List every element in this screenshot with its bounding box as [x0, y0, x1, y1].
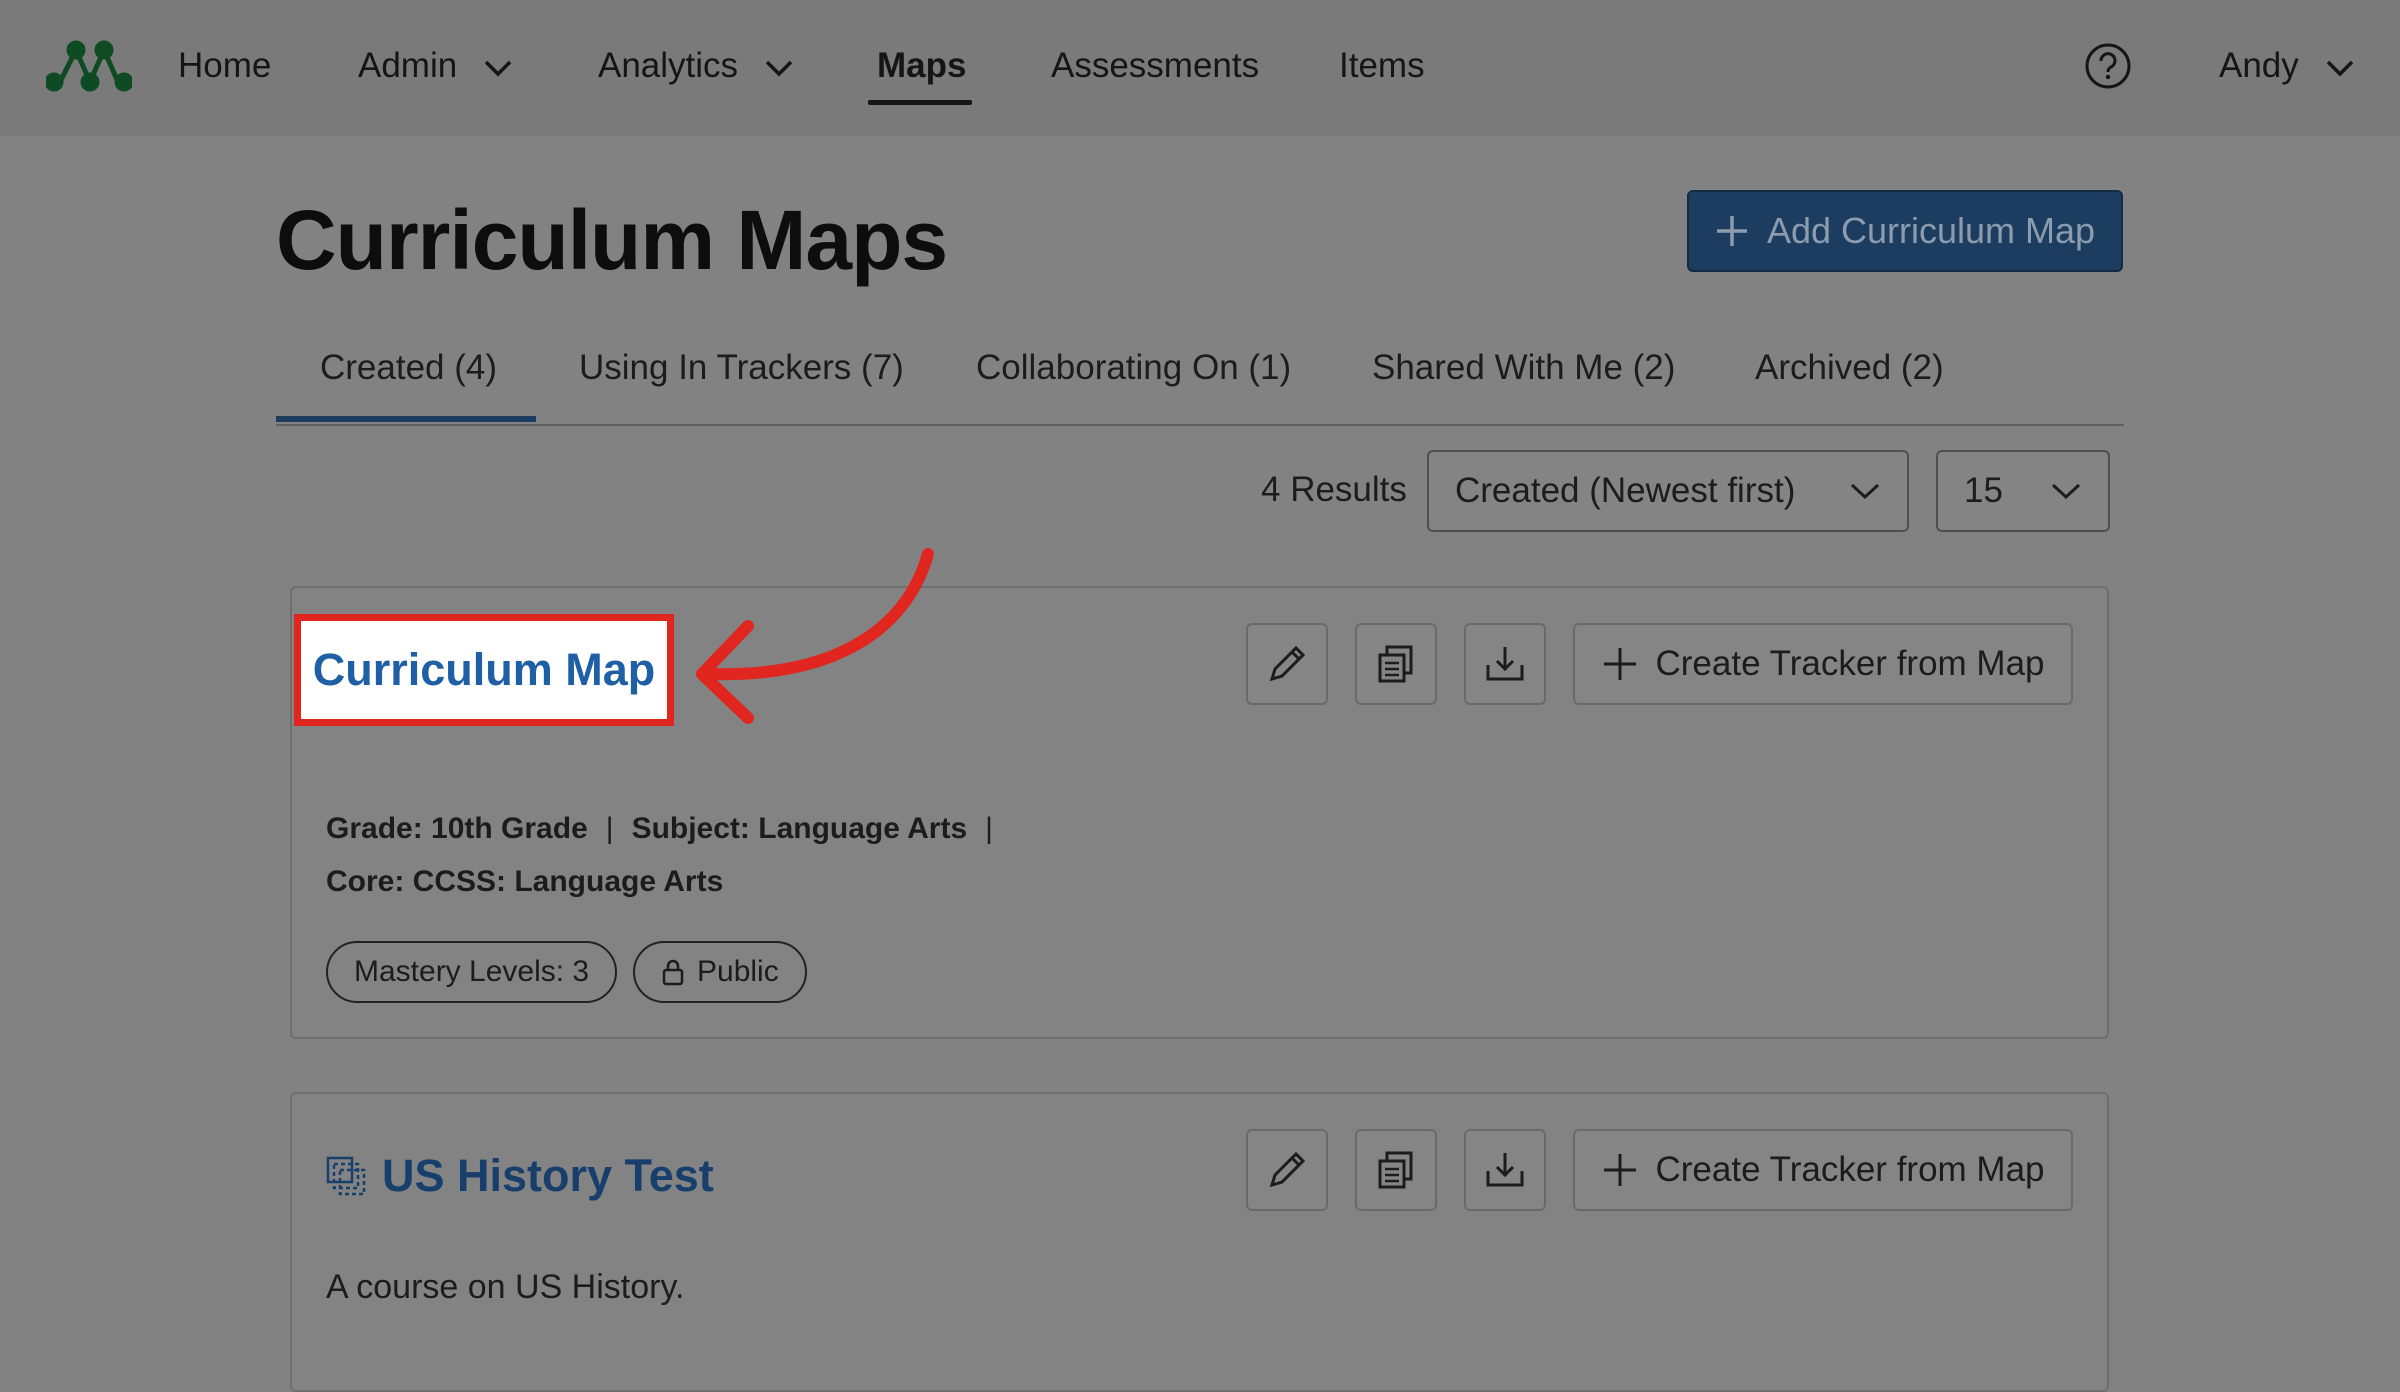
visibility-label: Public — [697, 955, 779, 988]
top-navigation: Home Admin Analytics Maps Assessments It… — [0, 0, 2400, 136]
map-meta-line: Grade: 10th Grade | Subject: Language Arts… — [326, 812, 1011, 846]
nav-analytics[interactable]: Analytics — [598, 38, 794, 94]
tab-collaborating-on[interactable]: Collaborating On (1) — [976, 348, 1291, 388]
download-map-button[interactable] — [1464, 623, 1546, 705]
copy-map-button[interactable] — [1355, 1129, 1437, 1211]
chevron-down-icon — [2051, 483, 2081, 500]
create-tracker-button[interactable]: Create Tracker from Map — [1573, 1129, 2073, 1211]
add-curriculum-map-label: Add Curriculum Map — [1766, 210, 2096, 251]
pencil-icon — [1269, 1151, 1306, 1188]
user-menu[interactable]: Andy — [2219, 38, 2355, 94]
copy-icon — [1378, 1151, 1413, 1189]
create-tracker-button[interactable]: Create Tracker from Map — [1573, 623, 2073, 705]
create-tracker-label: Create Tracker from Map — [1655, 644, 2045, 683]
map-title-label: Curriculum Map — [312, 644, 656, 695]
user-name: Andy — [2219, 46, 2299, 85]
nav-items[interactable]: Items — [1339, 38, 1425, 94]
download-icon — [1486, 1153, 1524, 1187]
chevron-down-icon — [484, 60, 512, 77]
plus-icon — [1603, 648, 1636, 680]
nav-admin-label: Admin — [358, 46, 458, 85]
page-title: Curriculum Maps — [276, 193, 948, 287]
plus-icon — [1716, 216, 1747, 246]
meta-separator: | — [985, 812, 993, 845]
tab-created[interactable]: Created (4) — [320, 348, 497, 388]
map-grade: Grade: 10th Grade — [326, 812, 588, 845]
help-icon[interactable] — [2084, 42, 2132, 90]
per-page-value: 15 — [1964, 471, 2003, 510]
visibility-badge: Public — [633, 941, 807, 1003]
tab-archived[interactable]: Archived (2) — [1755, 348, 1944, 388]
edit-map-button[interactable] — [1246, 623, 1328, 705]
download-icon — [1486, 647, 1524, 681]
nav-assessments-label: Assessments — [1051, 46, 1260, 85]
map-title-link[interactable]: US History Test — [326, 1146, 714, 1206]
tab-active-indicator — [276, 416, 536, 422]
tab-using-in-trackers[interactable]: Using In Trackers (7) — [579, 348, 904, 388]
arrow-annotation — [696, 548, 934, 724]
nav-assessments[interactable]: Assessments — [1051, 38, 1259, 94]
nav-home-label: Home — [178, 46, 272, 85]
map-subject: Subject: Language Arts — [631, 812, 968, 845]
copy-map-button[interactable] — [1355, 623, 1437, 705]
nav-maps[interactable]: Maps — [877, 38, 966, 94]
sort-select[interactable]: Created (Newest first) — [1427, 450, 1909, 532]
shared-map-icon — [326, 1156, 366, 1196]
lock-icon — [662, 959, 684, 986]
nav-admin[interactable]: Admin — [358, 38, 513, 94]
map-title-label: US History Test — [382, 1150, 714, 1201]
mastery-levels-label: Mastery Levels: 3 — [354, 955, 590, 988]
pencil-icon — [1269, 645, 1306, 682]
results-count: 4 Results — [1261, 470, 1407, 509]
edit-map-button[interactable] — [1246, 1129, 1328, 1211]
download-map-button[interactable] — [1464, 1129, 1546, 1211]
tab-shared-with-me[interactable]: Shared With Me (2) — [1372, 348, 1675, 388]
nav-analytics-label: Analytics — [598, 46, 739, 85]
map-title-link[interactable]: Curriculum Map — [294, 614, 674, 726]
nav-active-indicator — [868, 100, 972, 105]
add-curriculum-map-button[interactable]: Add Curriculum Map — [1687, 190, 2123, 272]
per-page-select[interactable]: 15 — [1936, 450, 2110, 532]
chevron-down-icon — [2326, 60, 2353, 77]
tab-bar: Created (4) Using In Trackers (7) Collab… — [276, 340, 2124, 426]
nav-items-label: Items — [1339, 46, 1425, 85]
copy-icon — [1378, 645, 1413, 683]
map-core: Core: CCSS: Language Arts — [326, 865, 724, 898]
logo-icon[interactable] — [46, 38, 132, 94]
chevron-down-icon — [765, 60, 793, 77]
nav-home[interactable]: Home — [178, 38, 271, 94]
sort-select-value: Created (Newest first) — [1455, 471, 1796, 510]
meta-separator: | — [605, 812, 614, 845]
create-tracker-label: Create Tracker from Map — [1655, 1150, 2045, 1189]
nav-maps-label: Maps — [877, 46, 967, 85]
chevron-down-icon — [1850, 483, 1880, 500]
mastery-levels-badge: Mastery Levels: 3 — [326, 941, 618, 1003]
map-description: A course on US History. — [326, 1268, 685, 1306]
plus-icon — [1603, 1154, 1636, 1186]
